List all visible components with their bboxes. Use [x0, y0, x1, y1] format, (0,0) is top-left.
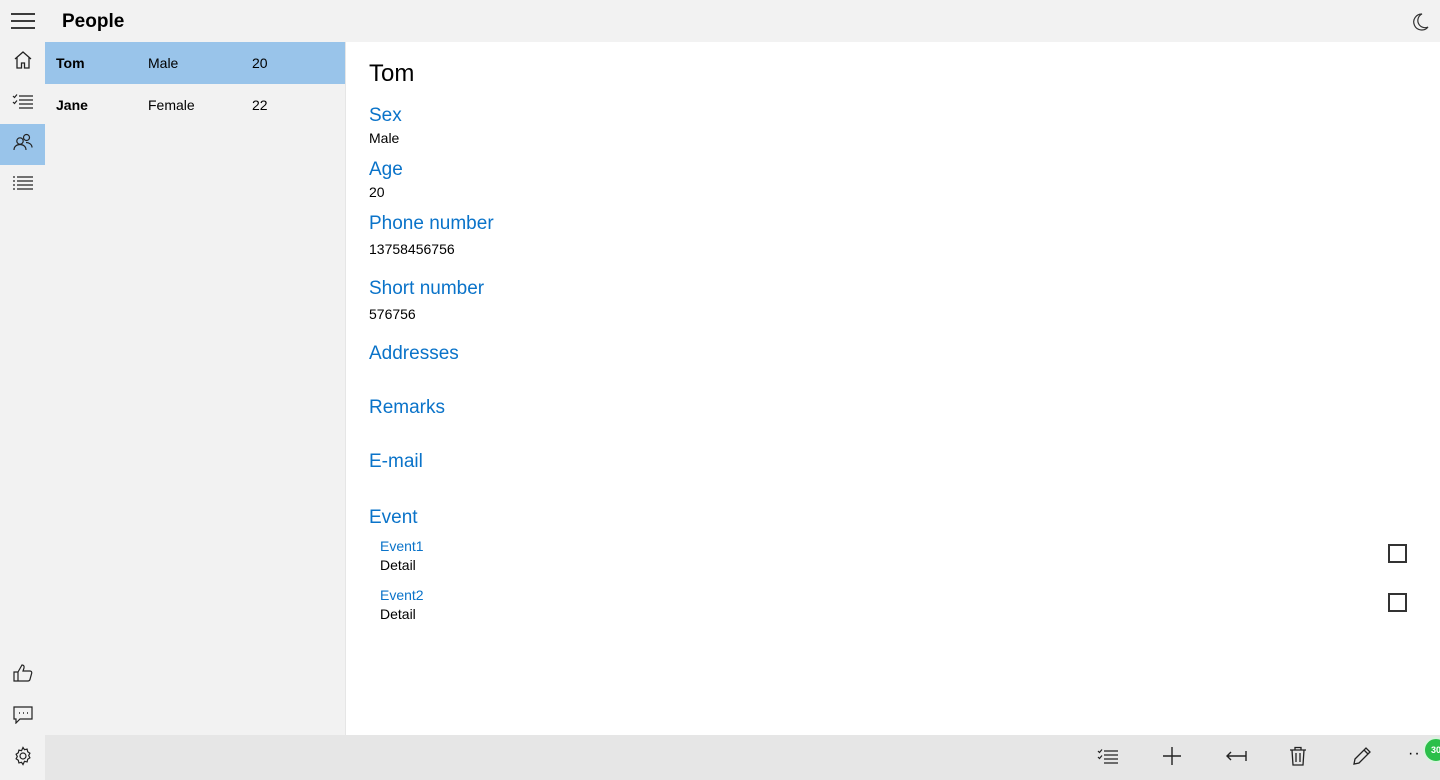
remarks-label: Remarks [369, 397, 446, 418]
person-age: 22 [252, 97, 268, 113]
person-sex: Female [148, 97, 195, 113]
person-name: Jane [56, 97, 88, 113]
event-name: Event2 [380, 587, 424, 603]
command-bar: ·· 30 [45, 735, 1440, 780]
event-detail: Detail [380, 557, 416, 573]
feedback-icon [12, 706, 33, 729]
select-button[interactable] [1093, 743, 1123, 773]
select-icon [1097, 748, 1119, 769]
title-bar: People [0, 0, 1440, 42]
event-label: Event [369, 507, 418, 528]
home-icon [13, 51, 33, 74]
people-list: Tom Male 20 Jane Female 22 [45, 42, 345, 735]
age-value: 20 [369, 184, 385, 200]
age-label: Age [369, 159, 403, 180]
thumbs-up-icon [12, 664, 33, 687]
people-icon [12, 133, 33, 156]
sex-label: Sex [369, 105, 402, 126]
person-sex: Male [148, 55, 179, 71]
phone-label: Phone number [369, 213, 494, 234]
nav-list[interactable] [0, 165, 45, 206]
event-detail: Detail [380, 606, 416, 622]
list-icon [12, 176, 34, 195]
sex-value: Male [369, 130, 400, 146]
event-checkbox[interactable] [1388, 544, 1407, 563]
nav-people[interactable] [0, 124, 45, 165]
email-label: E-mail [369, 451, 423, 472]
short-number-value[interactable]: 576756 [369, 306, 416, 322]
delete-icon [1289, 746, 1307, 771]
nav-checklist[interactable] [0, 83, 45, 124]
moon-icon[interactable] [1408, 10, 1432, 34]
add-icon [1162, 746, 1182, 771]
add-button[interactable] [1157, 743, 1187, 773]
event-checkbox[interactable] [1388, 593, 1407, 612]
person-age: 20 [252, 55, 268, 71]
edit-icon [1352, 746, 1372, 771]
notification-badge: 30 [1423, 737, 1440, 763]
back-button[interactable] [1221, 743, 1251, 773]
more-button[interactable]: ·· [1408, 745, 1421, 763]
nav-like[interactable] [0, 655, 45, 696]
addresses-label: Addresses [369, 343, 459, 364]
event-name: Event1 [380, 538, 424, 554]
nav-settings[interactable] [0, 738, 45, 779]
phone-value[interactable]: 13758456756 [369, 241, 455, 257]
list-item[interactable]: Jane Female 22 [45, 84, 345, 126]
person-name: Tom [56, 55, 85, 71]
detail-pane: Tom Sex Male Age 20 Phone number 1375845… [345, 42, 1440, 735]
hamburger-icon[interactable] [0, 0, 45, 42]
nav-rail [0, 42, 45, 780]
page-title: People [62, 11, 125, 32]
nav-home[interactable] [0, 42, 45, 83]
detail-name: Tom [369, 60, 415, 87]
back-icon [1225, 749, 1247, 767]
checklist-icon [12, 93, 34, 114]
app-window: People Tom Male 20 Jane Female 22 Tom Se… [0, 0, 1440, 780]
settings-icon [13, 746, 33, 771]
short-number-label: Short number [369, 278, 485, 299]
delete-button[interactable] [1283, 743, 1313, 773]
nav-feedback[interactable] [0, 697, 45, 738]
edit-button[interactable] [1347, 743, 1377, 773]
list-item[interactable]: Tom Male 20 [45, 42, 345, 84]
